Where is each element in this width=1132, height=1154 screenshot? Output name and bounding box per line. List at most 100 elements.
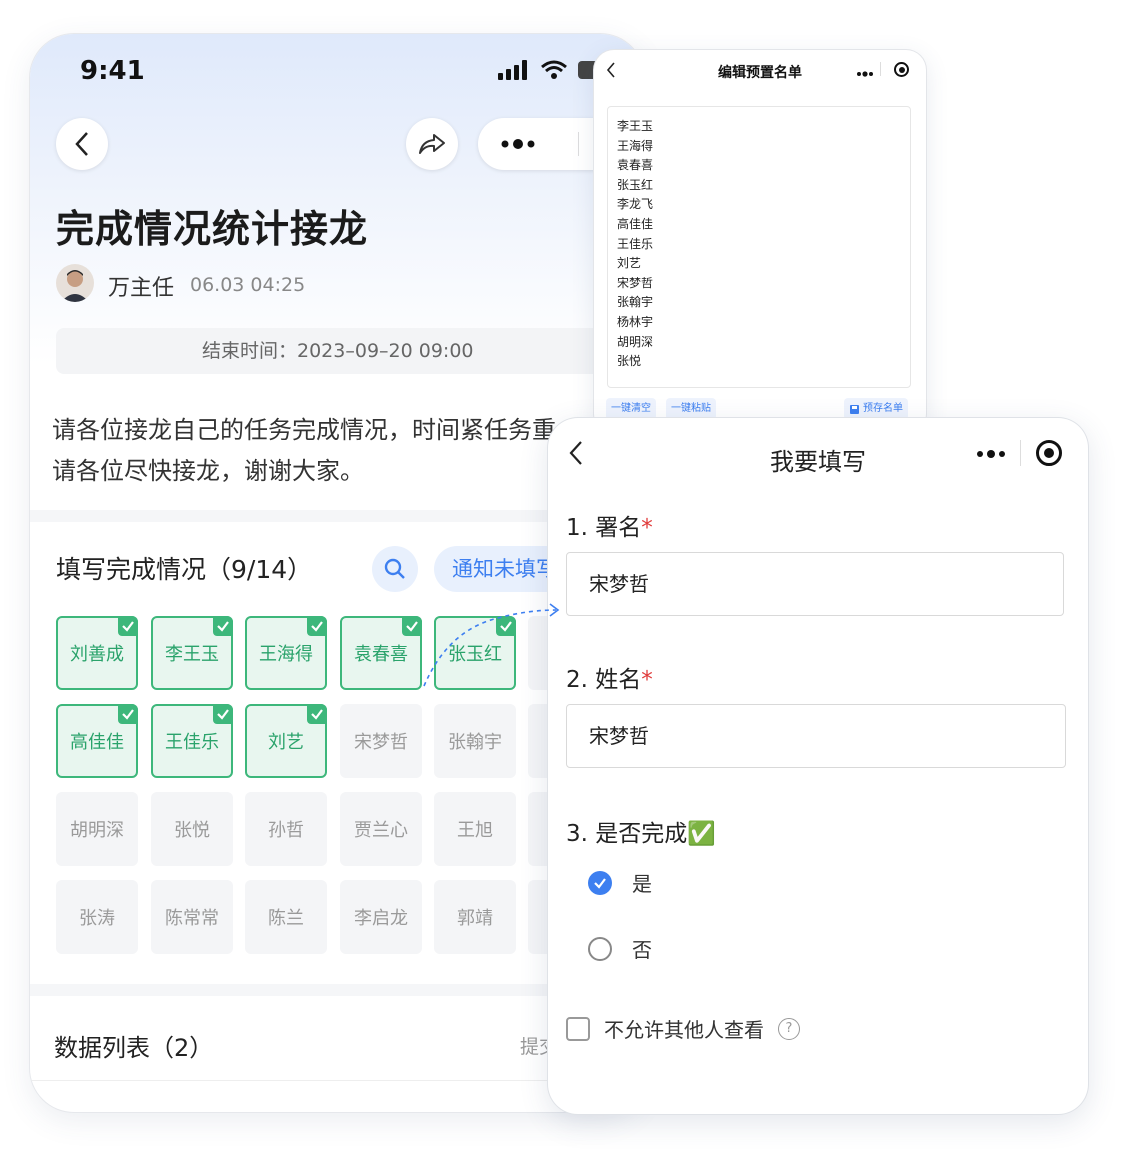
- preset-name-line: 张玉红: [617, 177, 654, 192]
- chip-name: 张翰宇: [448, 732, 502, 753]
- private-option[interactable]: 不允许其他人查看 ?: [566, 1014, 800, 1043]
- page-title: 完成情况统计接龙: [56, 207, 369, 251]
- paste-button[interactable]: 一键粘贴: [666, 398, 716, 420]
- save-preset-button[interactable]: 预存名单: [844, 398, 908, 420]
- capsule-divider: [880, 62, 881, 76]
- more-icon[interactable]: [856, 64, 874, 83]
- chip-name: 贾兰心: [354, 820, 408, 841]
- share-button[interactable]: [406, 118, 458, 170]
- chip-completed[interactable]: 高佳佳: [56, 704, 138, 778]
- signal-icon: [498, 60, 527, 80]
- preset-list-screen: 编辑预置名单 李王玉 王海得 袁春喜 张玉红 李龙飞 高佳佳 王佳乐 刘艺 宋梦哲 张翰宇 杨林宇胡…: [594, 50, 926, 434]
- preset-name-line: 张翰宇: [617, 295, 654, 310]
- status-bar-icons: [498, 60, 604, 80]
- radio-unchecked-icon: [588, 936, 612, 961]
- signature-field[interactable]: 宋梦哲: [566, 552, 1064, 616]
- chip-completed[interactable]: 王海得: [245, 616, 327, 690]
- option-no[interactable]: 否: [588, 934, 652, 963]
- status-time: 9:41: [80, 56, 145, 86]
- save-icon: [850, 404, 859, 414]
- preset-names-textarea[interactable]: 李王玉 王海得 袁春喜 张玉红 李龙飞 高佳佳 王佳乐 刘艺 宋梦哲 张翰宇 杨林宇 胡明深 张悦: [607, 106, 911, 388]
- chip-name: 李王玉: [165, 644, 219, 665]
- chip-completed[interactable]: 刘善成: [56, 616, 138, 690]
- chip-pending[interactable]: 胡明深: [56, 792, 138, 866]
- preset-name-line: 宋梦哲: [617, 275, 654, 290]
- preset-names: 李王玉 王海得 袁春喜 张玉红 李龙飞 高佳佳 王佳乐 刘艺 宋梦哲 张翰宇 杨林宇 胡明深 张悦: [608, 107, 910, 372]
- chip-pending[interactable]: 陈兰: [245, 880, 327, 954]
- more-icon[interactable]: [976, 446, 1006, 466]
- chip-name: 陈常常: [165, 908, 219, 929]
- search-icon: [384, 558, 405, 579]
- save-preset-label: 预存名单: [863, 403, 903, 414]
- capsule-divider: [578, 132, 579, 156]
- chip-name: 王佳乐: [165, 732, 219, 753]
- check-icon: [118, 616, 138, 636]
- chip-name: 王海得: [259, 644, 313, 665]
- chip-pending[interactable]: 李启龙: [340, 880, 422, 954]
- form-title: 我要填写: [770, 448, 866, 476]
- checkbox-unchecked-icon: [566, 1016, 590, 1041]
- close-target-icon[interactable]: [1036, 440, 1062, 466]
- chip-pending[interactable]: 张涛: [56, 880, 138, 954]
- question-3-label: 3. 是否完成✅: [566, 821, 716, 847]
- data-list-title: 数据列表（2）: [54, 1034, 214, 1062]
- required-mark: *: [641, 667, 653, 693]
- capsule-divider: [1020, 440, 1021, 466]
- chip-pending[interactable]: 宋梦哲: [340, 704, 422, 778]
- chip-completed[interactable]: 袁春喜: [340, 616, 422, 690]
- avatar: [56, 264, 94, 302]
- question-2-text: 2. 姓名: [566, 667, 642, 693]
- question-2-label: 2. 姓名*: [566, 660, 653, 694]
- chip-name: 陈兰: [268, 908, 304, 929]
- chip-pending[interactable]: 孙哲: [245, 792, 327, 866]
- preset-name-line: 王海得: [617, 138, 654, 153]
- chip-completed[interactable]: 李王玉: [151, 616, 233, 690]
- more-icon[interactable]: [500, 134, 544, 154]
- question-1-label: 1. 署名*: [566, 508, 653, 542]
- preset-name-line: 杨林宇: [617, 314, 654, 329]
- option-yes-label: 是: [632, 872, 652, 896]
- chip-name: 高佳佳: [70, 732, 124, 753]
- back-button[interactable]: [56, 118, 108, 170]
- chip-completed[interactable]: 刘艺: [245, 704, 327, 778]
- wifi-icon: [541, 60, 567, 79]
- clear-all-button[interactable]: 一键清空: [606, 398, 656, 420]
- chevron-left-icon: [75, 132, 88, 156]
- chip-pending[interactable]: 郭靖: [434, 880, 516, 954]
- chip-name: 李启龙: [354, 908, 408, 929]
- share-icon: [419, 134, 445, 154]
- chip-pending[interactable]: 贾兰心: [340, 792, 422, 866]
- option-yes[interactable]: 是: [588, 868, 652, 897]
- preset-name-line: 李王玉: [617, 119, 654, 133]
- help-icon[interactable]: ?: [778, 1017, 800, 1040]
- check-icon: [307, 616, 327, 636]
- chip-pending[interactable]: 张悦: [151, 792, 233, 866]
- chip-name: 郭靖: [457, 908, 493, 929]
- author-name: 万主任: [108, 276, 175, 301]
- connector-arrow: [423, 603, 560, 687]
- preset-name-line: 袁春喜: [617, 158, 654, 173]
- close-target-icon[interactable]: [894, 62, 909, 77]
- chip-name: 张涛: [79, 908, 115, 929]
- preset-name-line: 李龙飞: [617, 197, 654, 212]
- chip-name: 刘艺: [268, 732, 304, 753]
- search-button[interactable]: [372, 546, 418, 592]
- chip-name: 胡明深: [70, 820, 124, 841]
- chip-name: 刘善成: [70, 644, 124, 665]
- check-icon: [213, 616, 233, 636]
- preset-title: 编辑预置名单: [718, 65, 802, 81]
- name-field[interactable]: 宋梦哲: [566, 704, 1066, 768]
- chip-completed[interactable]: 王佳乐: [151, 704, 233, 778]
- preset-name-line: 高佳佳: [617, 216, 654, 231]
- check-icon: [213, 704, 233, 724]
- publish-time: 06.03 04:25: [190, 274, 306, 296]
- preset-name-line: 刘艺: [617, 256, 642, 271]
- chip-pending[interactable]: 张翰宇: [434, 704, 516, 778]
- preset-name-line: 王佳乐: [617, 236, 654, 251]
- chip-pending[interactable]: 陈常常: [151, 880, 233, 954]
- radio-checked-icon: [588, 870, 612, 895]
- chip-pending[interactable]: 王旭: [434, 792, 516, 866]
- fill-form-screen: 我要填写 1. 署名* 宋梦哲 2. 姓名* 宋梦哲 3. 是否完成✅ 是 否 …: [548, 418, 1088, 1114]
- section-title: 填写完成情况（9/14）: [56, 555, 313, 584]
- chip-name: 张悦: [174, 820, 210, 841]
